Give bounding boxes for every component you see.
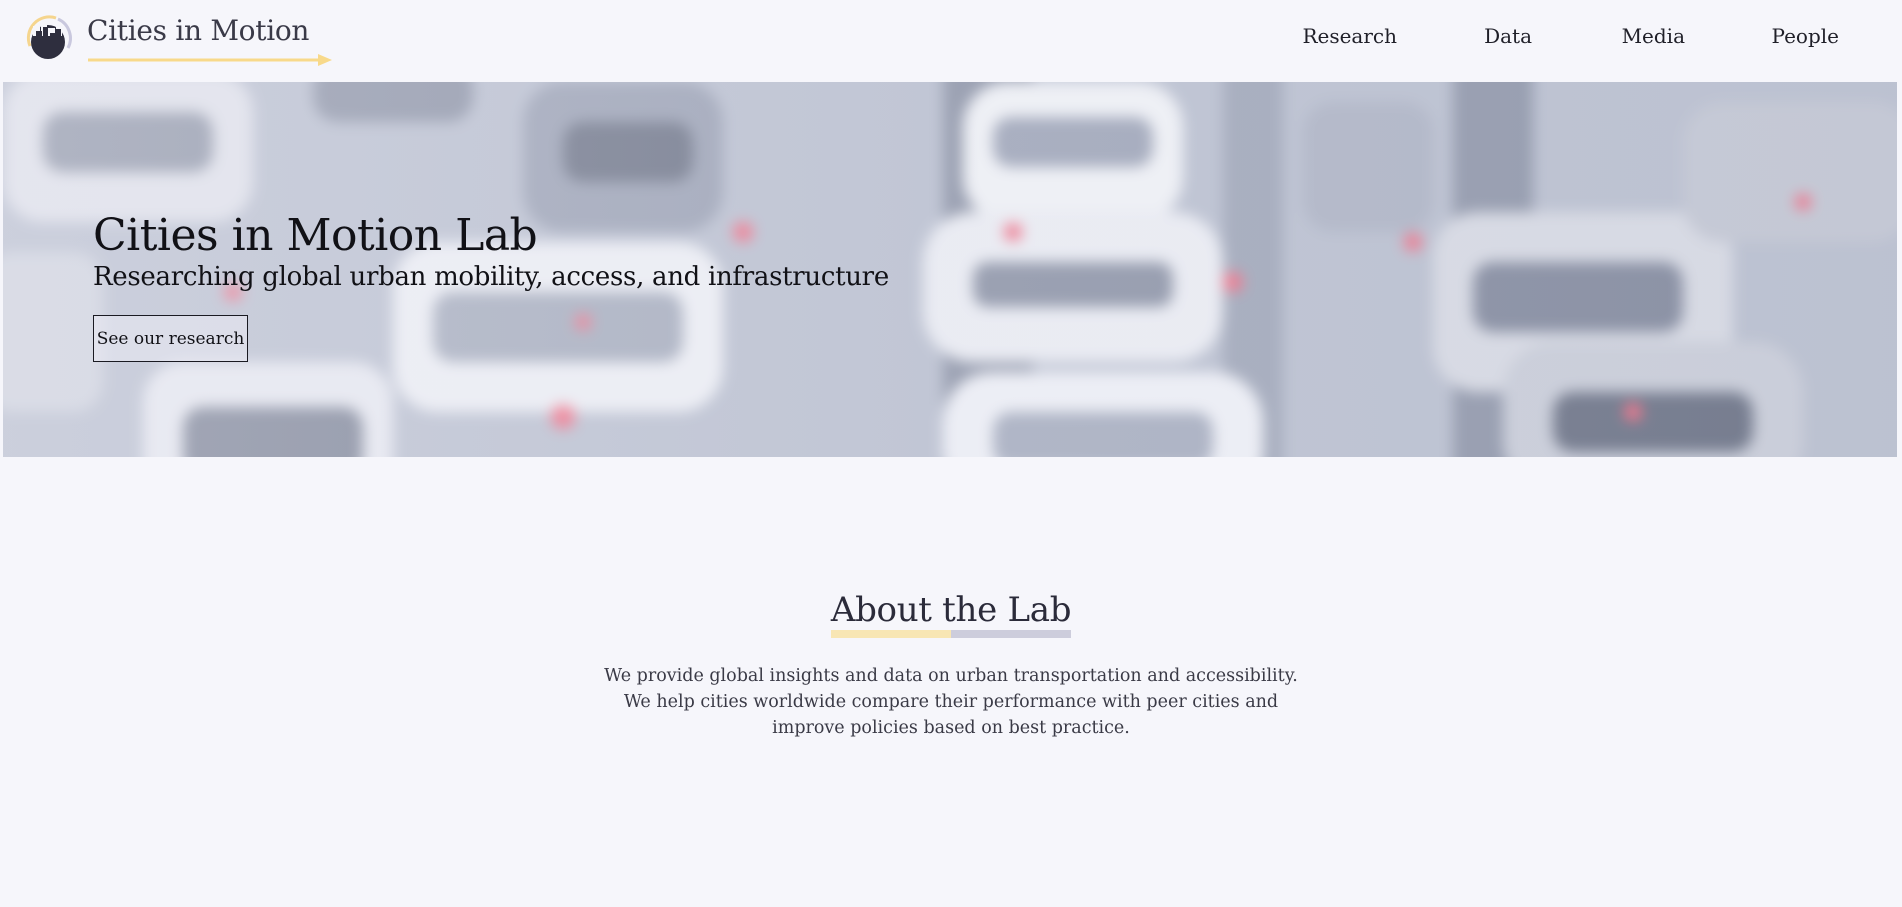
hero-subtitle: Researching global urban mobility, acces…: [93, 262, 889, 292]
hero-title: Cities in Motion Lab: [93, 210, 538, 261]
underline-lavender-segment: [951, 630, 1072, 638]
city-skyline-logo-icon: [26, 15, 72, 59]
about-title-text: About the Lab: [830, 590, 1072, 630]
brand-name: Cities in Motion: [87, 14, 310, 47]
underline-yellow-segment: [830, 630, 951, 638]
nav-research[interactable]: Research: [1302, 24, 1397, 48]
about-section-header: About the Lab: [0, 590, 1902, 638]
about-description: We provide global insights and data on u…: [604, 666, 1298, 738]
hero-banner: Cities in Motion Lab Researching global …: [3, 82, 1897, 457]
nav-people[interactable]: People: [1772, 24, 1839, 48]
about-title-underline: [830, 630, 1072, 638]
see-research-button[interactable]: See our research: [93, 315, 248, 362]
nav-data[interactable]: Data: [1484, 24, 1532, 48]
about-title: About the Lab: [830, 590, 1072, 638]
nav-media[interactable]: Media: [1622, 24, 1685, 48]
arrow-right-icon: [88, 54, 332, 66]
brand-home-link[interactable]: Cities in Motion: [22, 12, 342, 68]
site-header: Cities in Motion Research Data Media Peo…: [0, 0, 1902, 82]
